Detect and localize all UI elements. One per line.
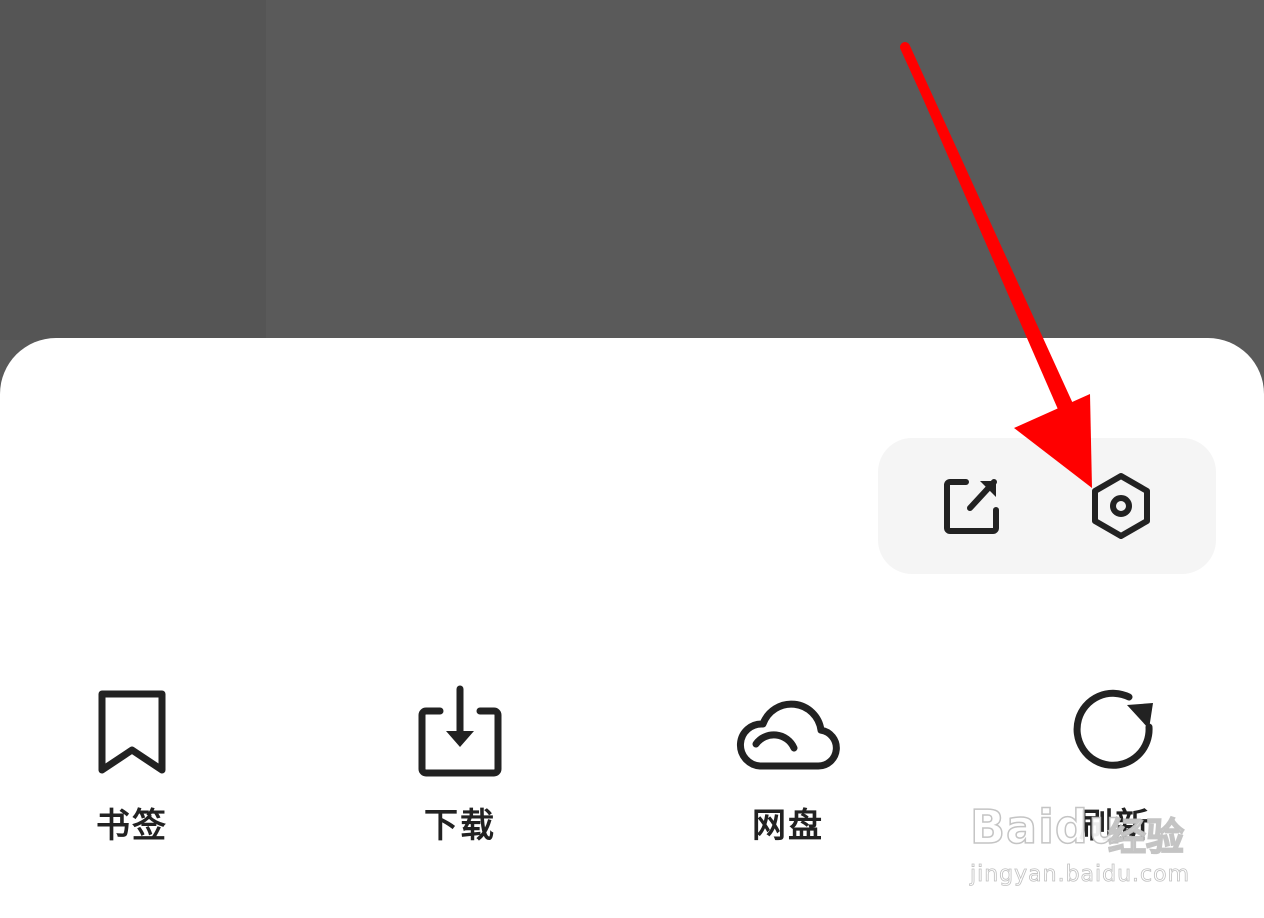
menu-item-refresh[interactable]: 刷新: [1025, 676, 1205, 856]
bookmark-icon: [98, 690, 166, 774]
open-external-button[interactable]: [932, 466, 1012, 546]
refresh-icon: [1073, 689, 1153, 769]
menu-item-label: 网盘: [752, 806, 824, 846]
quick-actions-pill: [878, 438, 1216, 574]
settings-icon: [1092, 473, 1150, 539]
menu-item-label: 刷新: [1079, 806, 1151, 846]
menu-item-label: 书签: [96, 806, 168, 846]
cloud-icon: [737, 700, 840, 770]
screen: 书签 下载 网盘 刷新 Baidu 经验 jingyan.baidu.com: [0, 0, 1264, 918]
external-link-icon: [944, 479, 999, 534]
settings-button[interactable]: [1081, 466, 1161, 546]
dimmed-background: [0, 0, 266, 340]
menu-item-cloud-drive[interactable]: 网盘: [698, 676, 878, 856]
menu-item-label: 下载: [424, 806, 496, 846]
download-icon: [418, 685, 502, 777]
menu-item-download[interactable]: 下载: [370, 676, 550, 856]
menu-item-bookmark[interactable]: 书签: [42, 676, 222, 856]
